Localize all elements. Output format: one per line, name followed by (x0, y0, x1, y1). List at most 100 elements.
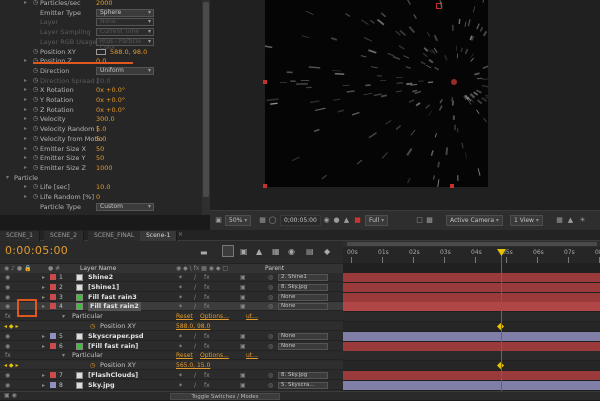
zoom-select[interactable]: 50% (225, 215, 251, 226)
layer-label-color[interactable] (50, 372, 56, 378)
twirl-arrow-icon[interactable]: ▾ (62, 351, 65, 360)
effect-property-row[interactable]: ◷Position XY588.0, 98.0 (0, 47, 202, 57)
effect-property-value[interactable]: 10.0 (96, 183, 110, 191)
stopwatch-icon[interactable]: ◷ (32, 67, 39, 74)
effect-property-row[interactable]: Emitter TypeSphere (0, 8, 202, 18)
parent-select[interactable]: 8. Sky.jpg (278, 372, 328, 379)
layer-duration-bar[interactable] (343, 381, 600, 390)
twirl-arrow-icon[interactable]: ▸ (24, 58, 30, 64)
effect-property-row[interactable]: ▾Particle (0, 173, 202, 183)
keyframe-navigator-icon[interactable]: ◂ ◆ ▸ (4, 322, 18, 331)
about-link[interactable]: ut... (246, 351, 258, 360)
effect-property-dropdown[interactable]: Uniform (96, 67, 154, 75)
effect-property-value[interactable]: 0x +0.0° (96, 86, 125, 94)
effect-property-dropdown[interactable]: None (96, 18, 154, 26)
layer-duration-bar[interactable] (343, 332, 600, 341)
twirl-arrow-icon[interactable]: ▸ (24, 126, 30, 132)
emitter-position-handle[interactable] (451, 79, 457, 85)
expand-layer-switches-icon[interactable]: ▣ ◉ (4, 392, 17, 399)
twirl-arrow-icon[interactable]: ▸ (24, 107, 30, 113)
graph-editor-icon[interactable]: ▤ (306, 247, 314, 256)
property-row[interactable]: ◂ ◆ ▸◷Position XY588.0, 98.0 (0, 322, 343, 331)
twirl-arrow-icon[interactable]: ▸ (24, 0, 30, 6)
exposure-icon[interactable]: ☀ (578, 216, 587, 225)
quality-switch-icon[interactable]: / (194, 371, 196, 380)
effects-switch-icon[interactable]: fx (204, 381, 210, 390)
effect-property-row[interactable]: ▸◷Life [sec]10.0 (0, 182, 202, 192)
about-link[interactable]: ut... (246, 312, 258, 321)
layer-duration-bar[interactable] (343, 371, 600, 380)
effect-name[interactable]: Particular (72, 351, 103, 360)
layer-label-color[interactable] (50, 294, 56, 300)
layer-row[interactable]: ◉▸4Fill fast rain2✶/fx▣None◎ (0, 302, 343, 311)
layer-label-color[interactable] (50, 274, 56, 280)
effect-property-row[interactable]: Layer SamplingCurrent Time (0, 27, 202, 37)
stopwatch-icon[interactable]: ◷ (32, 48, 39, 55)
effect-property-value[interactable]: 2000 (96, 0, 113, 7)
twirl-arrow-icon[interactable]: ▾ (6, 175, 12, 181)
parent-select[interactable]: 5. Skyscra... (278, 382, 328, 389)
parent-select[interactable]: None (278, 303, 328, 310)
layer-duration-bar[interactable] (343, 283, 600, 292)
layer-row[interactable]: ◉▸5Skyscraper.psd✶/fx▣None◎ (0, 332, 343, 341)
current-time-indicator[interactable] (501, 250, 502, 391)
layer-name[interactable]: [FlashClouds] (88, 371, 138, 380)
parent-pickwhip-icon[interactable]: ◎ (268, 381, 273, 390)
draft-3d-icon[interactable]: ▣ (240, 247, 248, 256)
effect-property-value[interactable]: 1000 (96, 164, 113, 172)
effect-property-value[interactable]: 20.0 (96, 77, 110, 85)
parent-pickwhip-icon[interactable]: ◎ (268, 283, 273, 292)
visibility-eye-icon[interactable]: ◉ (5, 381, 10, 390)
parent-pickwhip-icon[interactable]: ◎ (268, 293, 273, 302)
effect-property-row[interactable]: ▸◷Emitter Size Z1000 (0, 163, 202, 173)
work-area-range[interactable] (347, 242, 597, 246)
layer-label-color[interactable] (50, 382, 56, 388)
composition-canvas[interactable] (265, 0, 488, 187)
layer-row[interactable]: ◉▸8Sky.jpg✶/fx▣5. Skyscra...◎ (0, 381, 343, 390)
effect-group-row[interactable]: fx▾ParticularResetOptions...ut... (0, 312, 343, 321)
parent-select[interactable]: None (278, 333, 328, 340)
timeline-track-area[interactable] (343, 263, 600, 391)
parent-pickwhip-icon[interactable]: ◎ (268, 302, 273, 311)
quality-switch-icon[interactable]: / (194, 381, 196, 390)
stopwatch-icon[interactable]: ◷ (32, 135, 39, 142)
visibility-eye-icon[interactable]: ◉ (5, 283, 10, 292)
layer-name-header[interactable]: Layer Name (80, 265, 116, 272)
layer-name[interactable]: Sky.jpg (88, 381, 115, 390)
twirl-arrow-icon[interactable]: ▸ (42, 332, 45, 341)
channel-icon[interactable]: ▲ (342, 216, 351, 225)
stopwatch-icon[interactable]: ◷ (32, 183, 39, 190)
effect-property-value[interactable]: 50 (96, 154, 104, 162)
shy-switch-icon[interactable]: ✶ (178, 342, 183, 351)
visibility-eye-icon[interactable]: ◉ (5, 302, 10, 311)
parent-pickwhip-icon[interactable]: ◎ (268, 332, 273, 341)
stopwatch-icon[interactable]: ◷ (32, 125, 39, 132)
timeline-timecode[interactable]: 0:00:05:00 (5, 244, 68, 257)
twirl-arrow-icon[interactable]: ▸ (24, 165, 30, 171)
stopwatch-icon[interactable]: ◷ (32, 0, 39, 6)
transparency-grid-icon[interactable]: ▩ (425, 216, 434, 225)
camera-select[interactable]: Active Camera (446, 215, 503, 226)
effect-property-dropdown[interactable]: Custom (96, 203, 154, 211)
effect-fx-icon[interactable]: fx (5, 351, 11, 360)
3d-layer-switch-icon[interactable]: ▣ (240, 283, 246, 292)
point-control-crosshair-icon[interactable] (96, 49, 106, 55)
parent-select[interactable]: 2. Shine1 (278, 274, 328, 281)
fast-previews-icon[interactable]: ▲ (566, 216, 575, 225)
property-value[interactable]: 588.0, 98.0 (176, 322, 210, 331)
stopwatch-icon[interactable]: ◷ (32, 96, 39, 103)
layer-handle[interactable] (450, 184, 454, 188)
layer-row[interactable]: ◉▸1Shine2✶/fx▣2. Shine1◎ (0, 273, 343, 282)
layer-handle[interactable] (263, 184, 267, 188)
effect-property-value[interactable]: 0 (96, 193, 100, 201)
effect-property-row[interactable]: ◷DirectionUniform (0, 66, 202, 76)
twirl-arrow-icon[interactable]: ▸ (42, 283, 45, 292)
quality-switch-icon[interactable]: / (194, 273, 196, 282)
toggle-switches-modes-button[interactable]: Toggle Switches / Modes (170, 393, 280, 400)
parent-select[interactable]: 8. Sky.jpg (278, 284, 328, 291)
shy-switch-icon[interactable]: ✶ (178, 332, 183, 341)
layer-name[interactable]: Fill fast rain3 (88, 293, 137, 302)
effect-property-row[interactable]: ▸◷Velocity Random [5.0 (0, 124, 202, 134)
region-of-interest-icon[interactable]: □ (415, 216, 424, 225)
parent-pickwhip-icon[interactable]: ◎ (268, 273, 273, 282)
